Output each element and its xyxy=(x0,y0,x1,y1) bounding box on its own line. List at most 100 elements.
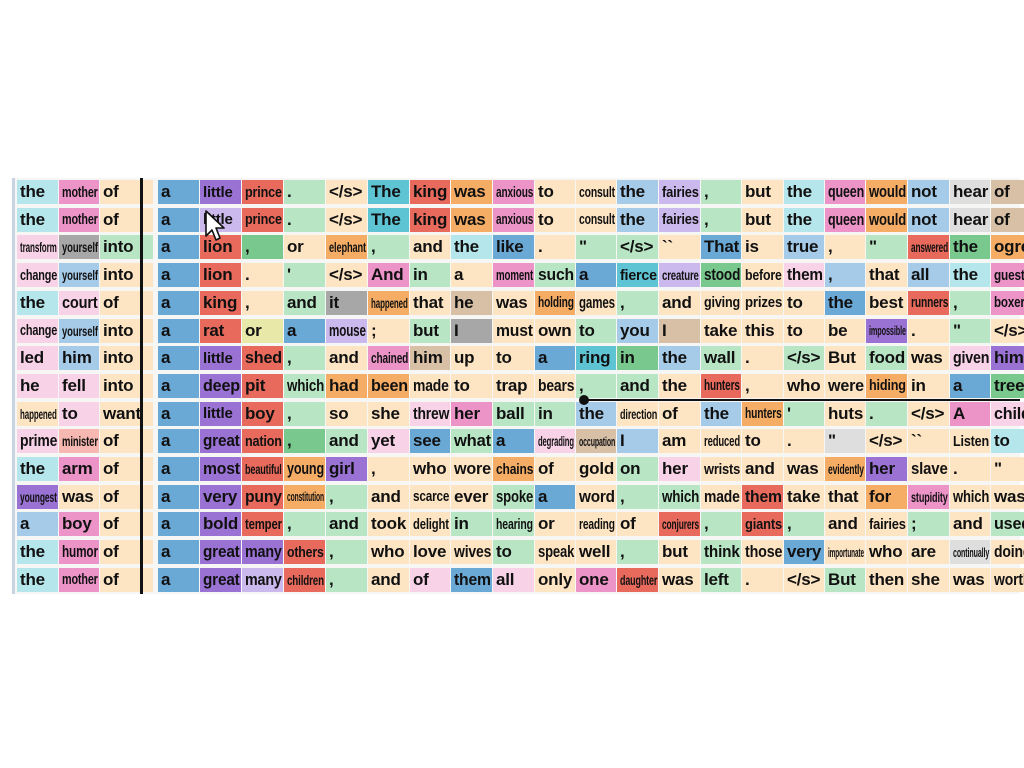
token-cell[interactable]: great xyxy=(200,540,241,565)
token-cell[interactable]: took xyxy=(368,512,409,537)
token-cell[interactable]: ; xyxy=(368,318,409,343)
token-cell[interactable]: </s> xyxy=(326,263,367,288)
token-cell[interactable]: very xyxy=(200,484,241,509)
token-cell[interactable]: I xyxy=(451,318,492,343)
token-cell[interactable]: the xyxy=(825,290,865,315)
token-cell[interactable]: huts xyxy=(825,401,865,426)
token-cell[interactable]: her xyxy=(866,457,907,481)
token-cell[interactable]: but xyxy=(659,540,700,565)
token-cell[interactable]: she xyxy=(368,401,409,426)
token-cell[interactable]: degrading xyxy=(535,429,575,454)
token-cell[interactable]: in xyxy=(410,263,450,288)
token-cell[interactable]: , xyxy=(242,290,283,315)
token-cell[interactable]: take xyxy=(784,484,824,509)
token-cell[interactable]: on xyxy=(617,457,658,481)
token-cell[interactable]: bold xyxy=(200,512,241,537)
token-cell[interactable]: be xyxy=(825,318,865,343)
token-cell[interactable]: doing xyxy=(991,540,1024,565)
token-cell[interactable]: of xyxy=(100,180,153,204)
token-cell[interactable]: so xyxy=(326,401,367,426)
token-cell[interactable]: the xyxy=(17,540,58,565)
token-cell[interactable]: fairies xyxy=(659,180,700,204)
token-cell[interactable]: puny xyxy=(242,484,283,509)
token-cell[interactable]: of xyxy=(100,207,153,232)
token-cell[interactable]: that xyxy=(825,484,865,509)
token-cell[interactable]: a xyxy=(158,457,199,481)
token-cell[interactable]: , xyxy=(284,401,325,426)
token-cell[interactable]: arm xyxy=(59,457,99,481)
token-cell[interactable]: was xyxy=(908,346,949,371)
token-cell[interactable]: giving xyxy=(701,290,741,315)
token-cell[interactable]: he xyxy=(17,373,58,398)
token-cell[interactable]: the xyxy=(576,401,616,426)
token-cell[interactable]: a xyxy=(451,263,492,288)
token-cell[interactable]: speak xyxy=(535,540,575,565)
token-cell[interactable]: , xyxy=(950,290,990,315)
token-cell[interactable]: a xyxy=(158,180,199,204)
token-cell[interactable]: and xyxy=(326,512,367,537)
token-cell[interactable]: anxious xyxy=(493,207,534,232)
token-cell[interactable]: queen xyxy=(825,207,865,232)
token-cell[interactable]: most xyxy=(200,457,241,481)
token-cell[interactable]: many xyxy=(242,567,283,592)
token-cell[interactable]: </s> xyxy=(991,318,1024,343)
token-cell[interactable]: change xyxy=(17,318,58,343)
token-cell[interactable]: </s> xyxy=(617,235,658,260)
token-cell[interactable]: girl xyxy=(326,457,367,481)
token-cell[interactable]: , xyxy=(784,512,824,537)
token-cell[interactable]: shed xyxy=(242,346,283,371)
token-cell[interactable]: nation xyxy=(242,429,283,454)
token-cell[interactable]: happened xyxy=(368,290,409,315)
token-cell[interactable]: lion xyxy=(200,263,241,288)
token-cell[interactable]: . xyxy=(742,346,783,371)
token-cell[interactable]: little xyxy=(200,401,241,426)
token-cell[interactable]: into xyxy=(100,318,153,343)
token-cell[interactable]: the xyxy=(17,457,58,481)
token-cell[interactable]: a xyxy=(535,346,575,371)
token-cell[interactable]: </s> xyxy=(908,401,949,426)
token-cell[interactable]: to xyxy=(784,290,824,315)
token-cell[interactable]: made xyxy=(410,373,450,398)
token-cell[interactable]: and xyxy=(950,512,990,537)
token-cell[interactable]: is xyxy=(742,235,783,260)
token-cell[interactable]: runners xyxy=(908,290,949,315)
token-cell[interactable]: pit xyxy=(242,373,283,398)
token-cell[interactable]: hearing xyxy=(493,512,534,537)
token-cell[interactable]: a xyxy=(576,263,616,288)
token-cell[interactable]: many xyxy=(242,540,283,565)
token-cell[interactable]: of xyxy=(991,207,1024,232)
token-cell[interactable]: but xyxy=(742,207,783,232)
token-cell[interactable]: a xyxy=(158,373,199,398)
token-cell[interactable]: was xyxy=(451,180,492,204)
token-cell[interactable]: great xyxy=(200,567,241,592)
token-cell[interactable]: , xyxy=(284,346,325,371)
token-cell[interactable]: and xyxy=(368,484,409,509)
token-cell[interactable]: occupation xyxy=(576,429,616,454)
token-cell[interactable]: I xyxy=(659,318,700,343)
token-cell[interactable]: , xyxy=(701,180,741,204)
token-cell[interactable]: the xyxy=(701,401,741,426)
token-cell[interactable]: would xyxy=(866,207,907,232)
token-cell[interactable]: </s> xyxy=(866,429,907,454)
token-cell[interactable]: wall xyxy=(701,346,741,371)
token-cell[interactable]: ball xyxy=(493,401,534,426)
token-cell[interactable]: and xyxy=(825,512,865,537)
token-cell[interactable]: all xyxy=(493,567,534,592)
token-cell[interactable]: to xyxy=(451,373,492,398)
token-cell[interactable]: to xyxy=(535,180,575,204)
token-cell[interactable]: reading xyxy=(576,512,616,537)
token-cell[interactable]: minister xyxy=(59,429,99,454)
token-cell[interactable]: him xyxy=(59,346,99,371)
token-cell[interactable]: take xyxy=(701,318,741,343)
token-cell[interactable]: which xyxy=(950,484,990,509)
token-cell[interactable]: of xyxy=(991,180,1024,204)
token-cell[interactable]: all xyxy=(908,263,949,288)
token-cell[interactable]: happened xyxy=(17,401,58,426)
token-cell[interactable]: in xyxy=(535,401,575,426)
token-cell[interactable]: . xyxy=(784,429,824,454)
token-cell[interactable]: them xyxy=(451,567,492,592)
token-cell[interactable]: gold xyxy=(576,457,616,481)
token-cell[interactable]: a xyxy=(158,207,199,232)
token-cell[interactable]: but xyxy=(410,318,450,343)
token-cell[interactable]: . xyxy=(535,235,575,260)
